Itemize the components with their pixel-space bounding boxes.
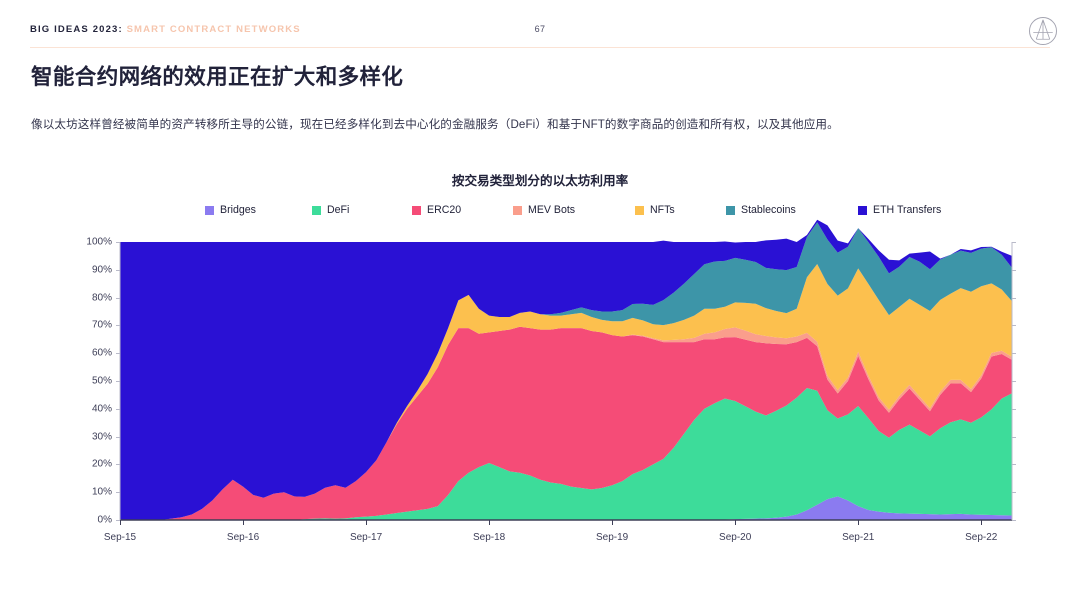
y-axis-tick-mark bbox=[116, 436, 120, 438]
x-axis-tick-label: Sep-16 bbox=[226, 532, 260, 543]
x-axis-tick-label: Sep-18 bbox=[472, 532, 506, 543]
header-divider bbox=[30, 47, 1050, 48]
x-axis-tick-mark bbox=[612, 520, 614, 525]
x-axis-tick-label: Sep-15 bbox=[103, 532, 137, 543]
y-axis-tick-mark-right bbox=[1012, 464, 1016, 466]
y-axis-tick-label: 20% bbox=[91, 458, 112, 470]
y-axis-tick-label: 40% bbox=[91, 403, 112, 415]
page-number: 67 bbox=[534, 24, 546, 34]
y-axis-tick-mark-right bbox=[1012, 492, 1016, 494]
x-axis-tick-mark bbox=[243, 520, 245, 525]
page-header: BIG IDEAS 2023: SMART CONTRACT NETWORKS … bbox=[0, 0, 1080, 48]
x-axis-tick-mark bbox=[120, 520, 121, 525]
y-axis-tick-label: 10% bbox=[91, 486, 112, 498]
y-axis-tick-mark bbox=[116, 464, 120, 466]
y-axis-tick-mark-right bbox=[1012, 381, 1016, 382]
x-axis-tick-mark bbox=[366, 520, 368, 525]
y-axis-tick-label: 70% bbox=[91, 319, 112, 331]
x-axis-tick-mark bbox=[858, 520, 860, 525]
y-axis-tick-label: 80% bbox=[91, 292, 112, 304]
y-axis-tick-mark bbox=[116, 381, 120, 382]
x-axis-tick-label: Sep-19 bbox=[596, 532, 629, 543]
y-axis-tick-mark bbox=[116, 297, 120, 299]
stacked-area-chart bbox=[119, 219, 1013, 521]
x-axis-tick-mark bbox=[489, 520, 491, 525]
y-axis-tick-mark-right bbox=[1012, 408, 1016, 410]
y-axis-tick-mark bbox=[116, 408, 120, 410]
x-axis-tick-label: Sep-20 bbox=[719, 532, 752, 543]
y-axis-tick-mark bbox=[116, 492, 120, 494]
y-axis-tick-label: 90% bbox=[91, 264, 112, 276]
y-axis-tick-mark-right bbox=[1012, 269, 1016, 271]
y-axis-tick-label: 30% bbox=[91, 431, 112, 443]
y-axis-tick-mark-right bbox=[1012, 297, 1016, 299]
y-axis-tick-mark bbox=[116, 353, 120, 355]
y-axis-tick-mark-right bbox=[1012, 436, 1016, 438]
ark-invest-logo-icon bbox=[1028, 16, 1058, 46]
y-axis-tick-mark bbox=[116, 242, 120, 243]
y-axis-tick-mark-right bbox=[1012, 353, 1016, 355]
y-axis-tick-label: 0% bbox=[97, 514, 112, 526]
y-axis-tick-mark bbox=[116, 269, 120, 271]
page-title: 智能合约网络的效用正在扩大和多样化 bbox=[31, 65, 404, 89]
page-subtitle: 像以太坊这样曾经被简单的资产转移所主导的公链，现在已经多样化到去中心化的金融服务… bbox=[31, 118, 839, 131]
chart-plot-area: 100% 90% 80% 70% 60% 50% 40% 30% 20% 10% 0% Sep-15 S… bbox=[0, 160, 1080, 560]
y-axis-tick-mark-right bbox=[1012, 325, 1016, 327]
x-axis-tick-mark bbox=[981, 520, 983, 525]
y-axis-tick-mark bbox=[116, 325, 120, 327]
y-axis-tick-label: 100% bbox=[86, 236, 112, 248]
chart-container: 按交易类型划分的以太坊利用率 Bridges DeFi ERC20 MEV Bots N… bbox=[0, 160, 1080, 560]
y-axis-tick-label: 60% bbox=[91, 347, 112, 359]
x-axis-tick-label: Sep-17 bbox=[349, 532, 383, 543]
x-axis-tick-label: Sep-22 bbox=[965, 532, 998, 543]
x-axis-tick-label: Sep-21 bbox=[842, 532, 875, 543]
y-axis-tick-mark-right bbox=[1012, 520, 1016, 521]
slide-page: BIG IDEAS 2023: SMART CONTRACT NETWORKS … bbox=[0, 0, 1080, 608]
y-axis-tick-label: 50% bbox=[91, 375, 112, 387]
y-axis-tick-mark-right bbox=[1012, 242, 1016, 243]
x-axis-tick-mark bbox=[735, 520, 737, 525]
